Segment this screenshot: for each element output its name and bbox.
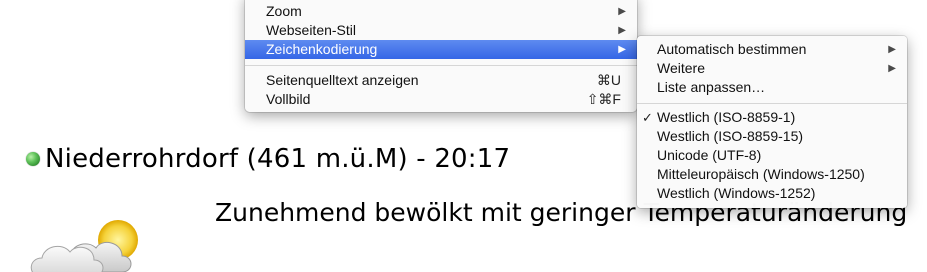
menu-shortcut: ⇧⌘F xyxy=(586,91,621,107)
submenu-item-automatisch[interactable]: Automatisch bestimmen ▶ xyxy=(637,40,907,59)
menu-item-label: Zoom xyxy=(266,3,302,19)
menu-item-zoom[interactable]: Zoom ▶ xyxy=(245,2,637,21)
menu-item-vollbild[interactable]: Vollbild ⇧⌘F xyxy=(245,90,637,109)
menu-shortcut: ⌘U xyxy=(596,72,621,88)
menu-item-label: Mitteleuropäisch (Windows-1250) xyxy=(657,166,865,182)
menu-item-label: Vollbild xyxy=(266,91,311,107)
menu-item-webseiten-stil[interactable]: Webseiten-Stil ▶ xyxy=(245,21,637,40)
submenu-arrow-icon: ▶ xyxy=(618,6,626,17)
menu-separator xyxy=(637,103,907,104)
menu-item-label: Weitere xyxy=(657,60,705,76)
checkmark-icon: ✓ xyxy=(642,110,653,125)
menu-item-label: Automatisch bestimmen xyxy=(657,41,807,57)
menu-item-label: Liste anpassen… xyxy=(657,79,766,95)
menu-item-label: Seitenquelltext anzeigen xyxy=(266,72,419,88)
submenu-arrow-icon: ▶ xyxy=(888,44,896,55)
menu-item-label: Westlich (ISO-8859-1) xyxy=(657,109,796,125)
view-menu: Zoom ▶ Webseiten-Stil ▶ Zeichenkodierung… xyxy=(245,0,637,112)
submenu-arrow-icon: ▶ xyxy=(618,25,626,36)
submenu-arrow-icon: ▶ xyxy=(888,63,896,74)
menu-item-seitenquelltext[interactable]: Seitenquelltext anzeigen ⌘U xyxy=(245,71,637,90)
status-dot-icon xyxy=(26,152,40,166)
menu-item-label: Webseiten-Stil xyxy=(266,22,357,38)
menu-separator xyxy=(245,65,637,66)
menu-item-label: Westlich (ISO-8859-15) xyxy=(657,128,804,144)
submenu-item-windows-1250[interactable]: Mitteleuropäisch (Windows-1250) xyxy=(637,165,907,184)
cloud-sun-icon xyxy=(30,220,138,272)
submenu-item-windows-1252[interactable]: Westlich (Windows-1252) xyxy=(637,184,907,203)
menu-item-label: Zeichenkodierung xyxy=(266,41,378,57)
submenu-item-liste-anpassen[interactable]: Liste anpassen… xyxy=(637,78,907,97)
submenu-item-utf-8[interactable]: Unicode (UTF-8) xyxy=(637,146,907,165)
menu-item-label: Westlich (Windows-1252) xyxy=(657,185,816,201)
submenu-item-iso-8859-15[interactable]: Westlich (ISO-8859-15) xyxy=(637,127,907,146)
menu-item-zeichenkodierung[interactable]: Zeichenkodierung ▶ xyxy=(245,40,637,59)
submenu-item-iso-8859-1[interactable]: ✓ Westlich (ISO-8859-1) xyxy=(637,108,907,127)
submenu-arrow-icon: ▶ xyxy=(618,44,626,55)
location-title: Niederrohrdorf (461 m.ü.M) - 20:17 xyxy=(45,144,511,174)
menu-item-label: Unicode (UTF-8) xyxy=(657,147,762,163)
submenu-item-weitere[interactable]: Weitere ▶ xyxy=(637,59,907,78)
encoding-submenu: Automatisch bestimmen ▶ Weitere ▶ Liste … xyxy=(637,36,907,208)
